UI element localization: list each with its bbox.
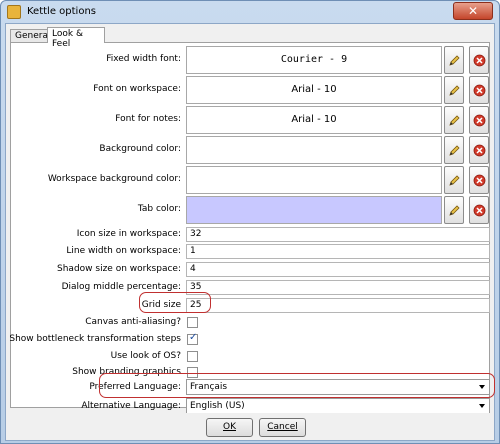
clear-background-color-button[interactable] (469, 136, 489, 164)
app-icon (7, 5, 21, 19)
clear-workspace-background-color-button[interactable] (469, 166, 489, 194)
chevron-down-icon (479, 404, 485, 408)
look-of-os-label: Use look of OS? (110, 351, 181, 361)
pencil-icon (449, 55, 460, 66)
notes-font-label: Font for notes: (115, 114, 181, 124)
clear-icon (473, 204, 486, 217)
workspace-background-color-swatch (186, 166, 442, 194)
window-title: Kettle options (27, 6, 96, 17)
pencil-icon (449, 85, 460, 96)
bottleneck-label: Show bottleneck transformation steps (9, 334, 181, 344)
line-width-input[interactable]: 1 (186, 244, 490, 259)
clear-notes-font-button[interactable] (469, 106, 489, 134)
clear-icon (473, 144, 486, 157)
grid-size-highlight (139, 292, 211, 313)
pencil-icon (449, 145, 460, 156)
fixed-width-font-value: Courier - 9 (186, 46, 442, 74)
background-color-swatch (186, 136, 442, 164)
anti-aliasing-checkbox[interactable] (187, 317, 198, 328)
line-width-label: Line width on workspace: (66, 246, 181, 256)
pencil-icon (449, 205, 460, 216)
clear-workspace-font-button[interactable] (469, 76, 489, 104)
title-bar: Kettle options ✕ (1, 1, 499, 23)
alternative-language-select[interactable]: English (US) (186, 398, 490, 413)
icon-size-label: Icon size in workspace: (76, 229, 181, 239)
anti-aliasing-label: Canvas anti-aliasing? (85, 317, 181, 327)
edit-workspace-font-button[interactable] (444, 76, 464, 104)
tab-color-swatch (186, 196, 442, 224)
shadow-size-label: Shadow size on workspace: (57, 264, 181, 274)
shadow-size-input[interactable]: 4 (186, 262, 490, 277)
edit-tab-color-button[interactable] (444, 196, 464, 224)
close-button[interactable]: ✕ (453, 2, 493, 20)
dialog-middle-label: Dialog middle percentage: (61, 282, 181, 292)
background-color-label: Background color: (99, 144, 181, 154)
look-of-os-checkbox[interactable] (187, 351, 198, 362)
look-and-feel-panel: Fixed width font: Courier - 9 Font on wo… (9, 42, 495, 413)
dialog-middle-input[interactable]: 35 (186, 280, 490, 295)
dialog-client: General Look & Feel Fixed width font: Co… (5, 23, 495, 441)
clear-icon (473, 84, 486, 97)
clear-tab-color-button[interactable] (469, 196, 489, 224)
ok-button[interactable]: OK (206, 418, 253, 437)
fixed-width-font-label: Fixed width font: (106, 54, 181, 64)
workspace-background-color-label: Workspace background color: (47, 174, 181, 184)
options-window: Kettle options ✕ General Look & Feel Fix… (0, 0, 500, 444)
notes-font-value: Arial - 10 (186, 106, 442, 134)
clear-fixed-width-font-button[interactable] (469, 46, 489, 74)
pencil-icon (449, 115, 460, 126)
clear-icon (473, 174, 486, 187)
tab-general[interactable]: General (10, 29, 50, 43)
grid-size-input[interactable]: 25 (186, 298, 490, 313)
alternative-language-label: Alternative Language: (81, 401, 181, 411)
pencil-icon (449, 175, 460, 186)
preferred-language-highlight (99, 373, 495, 398)
workspace-font-value: Arial - 10 (186, 76, 442, 104)
edit-background-color-button[interactable] (444, 136, 464, 164)
tab-color-label: Tab color: (137, 204, 181, 214)
tab-look-and-feel[interactable]: Look & Feel (47, 27, 105, 49)
edit-workspace-background-color-button[interactable] (444, 166, 464, 194)
edit-fixed-width-font-button[interactable] (444, 46, 464, 74)
clear-icon (473, 54, 486, 67)
workspace-font-label: Font on workspace: (93, 84, 181, 94)
icon-size-input[interactable]: 32 (186, 227, 490, 242)
alternative-language-value: English (US) (190, 401, 245, 411)
clear-icon (473, 114, 486, 127)
bottleneck-checkbox[interactable] (187, 332, 198, 345)
cancel-button[interactable]: Cancel (259, 418, 306, 437)
edit-notes-font-button[interactable] (444, 106, 464, 134)
